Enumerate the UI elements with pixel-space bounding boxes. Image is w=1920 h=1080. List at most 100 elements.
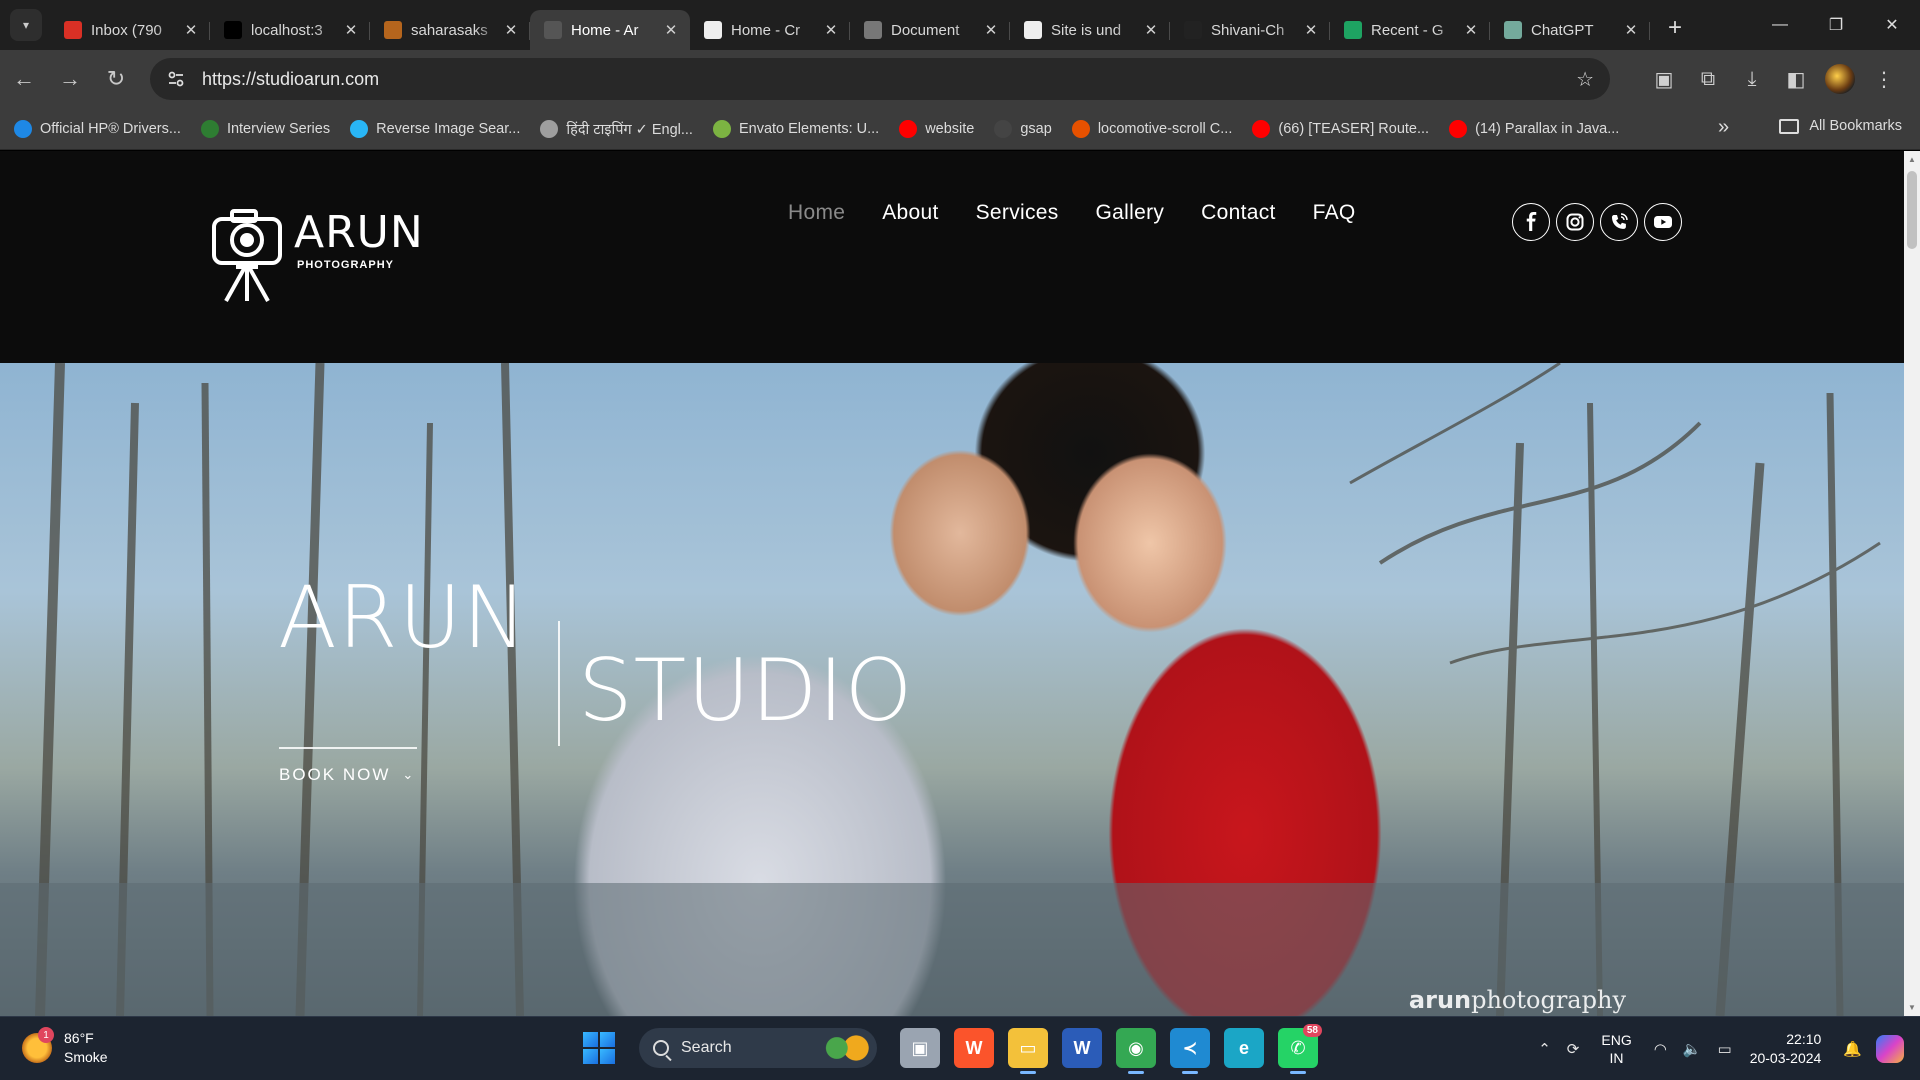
tab-search-button[interactable]: ▾ xyxy=(10,9,42,41)
site-logo[interactable]: ARUN PHOTOGRAPHY xyxy=(212,205,424,303)
tab-close-icon[interactable]: ✕ xyxy=(1302,21,1320,39)
screen-capture-icon[interactable]: ▣ xyxy=(1642,67,1686,92)
main-navigation: Home About Services Gallery Contact FAQ xyxy=(788,201,1393,225)
tab-close-icon[interactable]: ✕ xyxy=(1462,21,1480,39)
tab[interactable]: Site is und ✕ xyxy=(1010,10,1170,50)
side-panel-icon[interactable]: ◧ xyxy=(1774,67,1818,92)
tab-close-icon[interactable]: ✕ xyxy=(502,21,520,39)
tab[interactable]: localhost:3 ✕ xyxy=(210,10,370,50)
task-view-app[interactable]: ▣ xyxy=(900,1028,940,1068)
nav-gallery[interactable]: Gallery xyxy=(1096,201,1165,225)
weather-badge: 1 xyxy=(38,1027,54,1043)
tab-close-icon[interactable]: ✕ xyxy=(662,21,680,39)
tab[interactable]: ChatGPT ✕ xyxy=(1490,10,1650,50)
tab-close-icon[interactable]: ✕ xyxy=(1142,21,1160,39)
brave-app[interactable]: W xyxy=(954,1028,994,1068)
new-tab-button[interactable]: + xyxy=(1658,11,1692,45)
tab[interactable]: Recent - G ✕ xyxy=(1330,10,1490,50)
browser-tab-bar: ▾ Inbox (790 ✕ localhost:3 ✕ saharasaks ✕ Home… xyxy=(0,0,1920,50)
book-now-button[interactable]: BOOK NOW ⌄ xyxy=(279,765,415,785)
bookmark-favicon-icon xyxy=(1071,119,1090,138)
phone-link[interactable] xyxy=(1600,203,1638,241)
youtube-link[interactable] xyxy=(1644,203,1682,241)
chrome-app[interactable]: ◉ xyxy=(1116,1028,1156,1074)
all-bookmarks-button[interactable]: All Bookmarks xyxy=(1779,118,1902,134)
page-viewport: ARUN PHOTOGRAPHY Home About Services Galler… xyxy=(0,151,1904,1016)
forward-button[interactable]: → xyxy=(48,57,92,101)
start-button[interactable] xyxy=(583,1032,615,1064)
url-text[interactable]: https://studioarun.com xyxy=(202,69,379,90)
profile-avatar[interactable] xyxy=(1825,64,1855,94)
notification-bell-icon[interactable]: 🔔 xyxy=(1843,1040,1862,1058)
vscode-app[interactable]: ≺ xyxy=(1170,1028,1210,1074)
download-icon[interactable]: ⤓ xyxy=(1730,68,1774,91)
facebook-link[interactable] xyxy=(1512,203,1550,241)
bookmark-item[interactable]: Envato Elements: U... xyxy=(712,119,879,139)
bookmark-item[interactable]: gsap xyxy=(994,119,1052,139)
tab[interactable]: Inbox (790 ✕ xyxy=(50,10,210,50)
wifi-icon[interactable]: ◠ xyxy=(1654,1040,1667,1058)
arrow-left-icon: ← xyxy=(13,66,35,91)
bookmark-item[interactable]: website xyxy=(899,119,974,139)
reload-button[interactable]: ↻ xyxy=(94,57,138,101)
bookmark-item[interactable]: Official HP® Drivers... xyxy=(14,119,181,139)
address-bar[interactable]: https://studioarun.com ☆ xyxy=(150,58,1610,100)
nav-contact[interactable]: Contact xyxy=(1201,201,1275,225)
file-explorer-app[interactable]: ▭ xyxy=(1008,1028,1048,1074)
site-header: ARUN PHOTOGRAPHY Home About Services Galler… xyxy=(0,151,1904,363)
nav-home[interactable]: Home xyxy=(788,201,845,225)
tab-close-icon[interactable]: ✕ xyxy=(1622,21,1640,39)
edge-app[interactable]: e xyxy=(1224,1028,1264,1068)
clock[interactable]: 22:10 20-03-2024 xyxy=(1750,1030,1822,1068)
chevron-down-icon: ▾ xyxy=(22,18,30,32)
tab-close-icon[interactable]: ✕ xyxy=(342,21,360,39)
more-menu-icon[interactable]: ⋮ xyxy=(1862,67,1906,92)
chevron-up-icon[interactable]: ⌃ xyxy=(1538,1040,1551,1058)
weather-temp: 86°F xyxy=(64,1030,94,1046)
tab-close-icon[interactable]: ✕ xyxy=(982,21,1000,39)
scrollbar-thumb[interactable] xyxy=(1907,171,1917,249)
bookmark-item[interactable]: (14) Parallax in Java... xyxy=(1449,119,1619,139)
nav-faq[interactable]: FAQ xyxy=(1313,201,1356,225)
tab[interactable]: Home - Cr ✕ xyxy=(690,10,850,50)
bookmark-item[interactable]: locomotive-scroll C... xyxy=(1071,119,1232,139)
battery-icon[interactable]: ▭ xyxy=(1718,1040,1732,1058)
nav-services[interactable]: Services xyxy=(976,201,1059,225)
task-view-icon: ▣ xyxy=(911,1037,929,1058)
clock-time: 22:10 xyxy=(1786,1031,1822,1047)
bookmark-item[interactable]: Reverse Image Sear... xyxy=(350,119,520,139)
tab[interactable]: saharasaks ✕ xyxy=(370,10,530,50)
language-indicator[interactable]: ENG IN xyxy=(1601,1031,1631,1067)
minimize-button[interactable]: — xyxy=(1752,0,1808,50)
restore-button[interactable]: ❐ xyxy=(1808,0,1864,50)
weather-widget[interactable]: 1 86°F Smoke xyxy=(22,1027,108,1067)
close-window-button[interactable]: ✕ xyxy=(1864,0,1920,50)
tab-close-icon[interactable]: ✕ xyxy=(182,21,200,39)
bookmark-star-icon[interactable]: ☆ xyxy=(1576,67,1594,92)
tab[interactable]: Shivani-Ch ✕ xyxy=(1170,10,1330,50)
scroll-up-icon[interactable]: ▲ xyxy=(1908,155,1916,164)
tab-close-icon[interactable]: ✕ xyxy=(822,21,840,39)
chatgpt-icon xyxy=(1504,21,1522,39)
bookmark-item[interactable]: हिंदी टाइपिंग ✓ Engl... xyxy=(540,119,693,139)
scroll-down-icon[interactable]: ▼ xyxy=(1908,1003,1916,1012)
whatsapp-app[interactable]: ✆ 58 xyxy=(1278,1024,1322,1074)
bookmark-item[interactable]: (66) [TEASER] Route... xyxy=(1252,119,1429,139)
site-settings-icon[interactable] xyxy=(158,70,194,88)
copilot-icon[interactable] xyxy=(1876,1035,1904,1063)
taskbar-search[interactable]: Search xyxy=(639,1028,877,1068)
tab[interactable]: Home - Ar ✕ xyxy=(530,10,690,50)
instagram-link[interactable] xyxy=(1556,203,1594,241)
word-app[interactable]: W xyxy=(1062,1028,1102,1068)
edge-icon: e xyxy=(1238,1037,1249,1058)
page-scrollbar[interactable]: ▲ ▼ xyxy=(1904,151,1920,1016)
nav-about[interactable]: About xyxy=(882,201,938,225)
tab[interactable]: Document ✕ xyxy=(850,10,1010,50)
more-bookmarks-icon[interactable]: » xyxy=(1718,116,1729,139)
extensions-icon[interactable]: ⧉ xyxy=(1686,68,1730,91)
sync-icon[interactable]: ⟳ xyxy=(1567,1040,1580,1058)
facebook-icon xyxy=(1526,212,1537,231)
back-button[interactable]: ← xyxy=(2,57,46,101)
volume-icon[interactable]: 🔈 xyxy=(1683,1040,1702,1058)
bookmark-item[interactable]: Interview Series xyxy=(200,119,330,139)
